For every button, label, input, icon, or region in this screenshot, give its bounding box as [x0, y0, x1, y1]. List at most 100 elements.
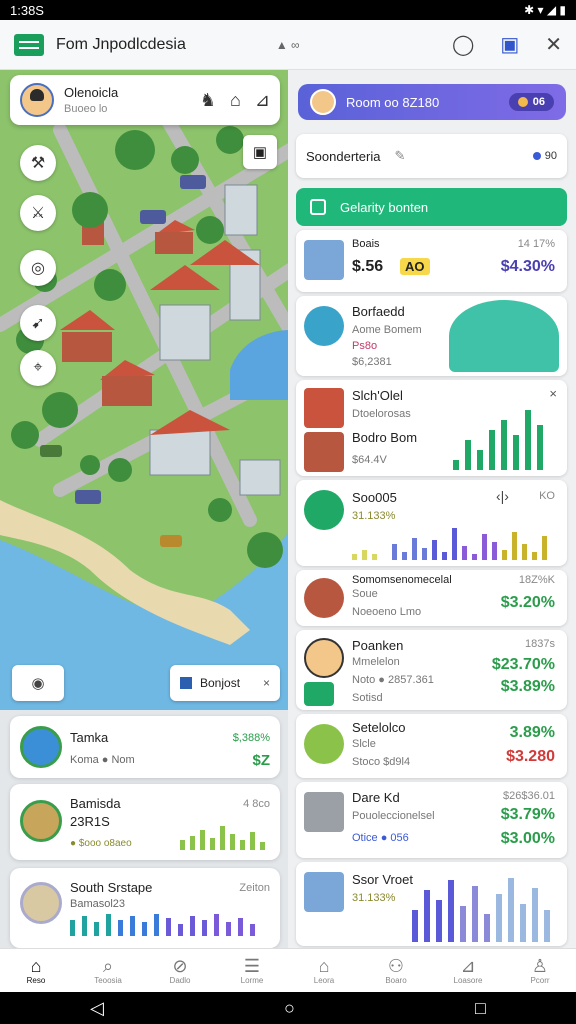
card-title: Boais — [352, 238, 380, 250]
compass-icon[interactable]: ◎ — [20, 250, 56, 286]
building-icon — [304, 872, 344, 912]
layers-icon[interactable]: ▣ — [243, 135, 277, 169]
house-icon — [304, 578, 344, 618]
search-badge-value: 90 — [544, 150, 557, 162]
chip-label: Bonjost — [200, 676, 241, 690]
stat-card[interactable]: Boais $.56 AO 14 17% $4.30% — [296, 230, 567, 292]
card-meta: KO — [539, 490, 555, 502]
city-map[interactable]: Olenoicla Buoeo lo ♞ ⌂ ⊿ ⚒ ⚔ ◎ ➹ ⌖ ▣ — [0, 70, 290, 710]
stat-card[interactable]: Borfaedd Aome Bomem Ps8o $6,2381 — [296, 296, 567, 376]
house-icon: ⌂ — [318, 956, 330, 976]
list-item[interactable]: Bamisda 23R1S ● $ooo o8aeo 4 8co — [10, 784, 280, 860]
nav-places[interactable]: ⌂ Leora — [288, 949, 360, 992]
nav-search[interactable]: ⌕ Teoosia — [72, 949, 144, 992]
nav-label: Reso — [26, 976, 46, 985]
card-sub: Dtoelorosas — [352, 408, 411, 420]
nav-home[interactable]: ⌂ Reso — [0, 949, 72, 992]
stat-card[interactable]: Somomsenomecelal Soue Noeoeno Lmo 18Z%K … — [296, 570, 567, 626]
card-sub: Aome Bomem — [352, 324, 422, 336]
hammer-icon[interactable]: ⚒ — [20, 145, 56, 181]
back-icon[interactable]: ◁ — [90, 998, 104, 1019]
status-icons: ✱ ▾ ◢ ▮ — [524, 3, 566, 17]
location-card[interactable]: Olenoicla Buoeo lo ♞ ⌂ ⊿ — [10, 75, 280, 125]
pencil-icon[interactable]: ✎ — [394, 148, 405, 164]
nav-label: Teoosia — [94, 976, 122, 985]
banner-text: Room oo 8Z180 — [346, 94, 440, 110]
card-value-2: $3.280 — [506, 748, 555, 765]
list-item-title: Bamisda — [70, 796, 121, 811]
filter-chip[interactable]: Bonjost × — [170, 665, 280, 701]
chip-close-icon[interactable]: × — [263, 676, 270, 690]
list-item-title: Tamka — [70, 730, 109, 745]
list-item-meta: 4 8co — [243, 798, 270, 810]
nav-profile[interactable]: ♙ Pcorr — [504, 949, 576, 992]
nav-label: Lorme — [240, 976, 264, 985]
nav-label: Leora — [313, 976, 335, 985]
city-illustration — [449, 300, 559, 372]
app-title: Fom Jnpodlcdesia — [56, 35, 186, 53]
gelarity-button[interactable]: Gelarity bonten — [296, 188, 567, 226]
close-icon[interactable]: ✕ — [545, 32, 562, 57]
banner-pill[interactable]: 06 — [508, 93, 554, 111]
nav-explore[interactable]: ⊘ Dadlo — [144, 949, 216, 992]
lock-icon[interactable]: ⌂ — [230, 90, 241, 111]
stat-card[interactable]: Dare Kd Pouoleccionelsel Otice ● 056 $26… — [296, 782, 567, 858]
nav-label: Loasore — [453, 976, 483, 985]
card-value: 3.89% — [509, 724, 555, 741]
status-bar: 1:38S ✱ ▾ ◢ ▮ — [0, 0, 576, 20]
card-sub2: Noeoeno Lmo — [352, 606, 422, 618]
list-item-sub2: ● $ooo o8aeo — [70, 838, 132, 849]
room-banner[interactable]: Room oo 8Z180 06 — [298, 84, 566, 120]
location-icon[interactable]: ⌖ — [20, 350, 56, 386]
treasure-icon — [20, 800, 62, 842]
stat-card[interactable]: Setelolco Slcle Stoco $d9l4 3.89% $3.280 — [296, 714, 567, 778]
home-circle-icon[interactable]: ○ — [284, 998, 295, 1019]
close-icon[interactable]: × — [549, 386, 557, 401]
house-icon — [304, 388, 344, 428]
card-sub: 31.133% — [352, 510, 396, 522]
home-icon: ⌂ — [30, 956, 42, 976]
chart-icon[interactable]: ⊿ — [255, 90, 270, 111]
stat-card[interactable]: Soo005 31.133% ‹|› KO — [296, 480, 567, 566]
coin-icon — [517, 97, 528, 107]
card-price: $.56 — [352, 258, 384, 275]
card-tag: AO — [400, 258, 430, 275]
banner-pill-value: 06 — [532, 96, 545, 108]
list-item-title: South Srstape — [70, 880, 153, 895]
code-icon[interactable]: ‹|› — [496, 488, 509, 504]
list-item[interactable]: South Srstape Bamasol23 Zeiton — [10, 868, 280, 948]
stat-card[interactable]: Poanken Mmelelon Noto ● 2857.361 Sotisd … — [296, 630, 567, 710]
card-title: Slch'Olel — [352, 388, 403, 403]
nav-list[interactable]: ☰ Lorme — [216, 949, 288, 992]
route-icon[interactable]: ➹ — [20, 305, 56, 341]
card-value-2: $3.00% — [500, 830, 555, 847]
avatar — [20, 83, 54, 117]
nav-stats[interactable]: ⊿ Loasore — [432, 949, 504, 992]
list-item-meta: $,388% — [232, 732, 270, 744]
recents-icon[interactable]: □ — [475, 998, 486, 1019]
list-item[interactable]: Tamka Koma ● Nom $,388% $Z — [10, 716, 280, 778]
chat-icon[interactable]: ◯ — [452, 32, 474, 57]
tower-icon — [304, 724, 344, 764]
search-input[interactable]: Soonderteria ✎ 90 — [296, 134, 567, 178]
plant-icon — [304, 682, 334, 706]
building-icon — [304, 792, 344, 832]
card-sub2: Otice ● 056 — [352, 832, 409, 844]
stat-card[interactable]: Ssor Vroet 31.133% — [296, 862, 567, 946]
eye-icon[interactable]: ◉ — [12, 665, 64, 701]
tools-icon[interactable]: ⚔ — [20, 195, 56, 231]
globe-icon — [20, 882, 62, 924]
mini-bar-chart — [70, 914, 255, 936]
card-sub: Pouoleccionelsel — [352, 810, 435, 822]
tabs-icon[interactable]: ▣ — [500, 32, 519, 57]
elephant-icon[interactable]: ♞ — [200, 90, 216, 111]
list-item-value: $Z — [252, 752, 270, 769]
nav-community[interactable]: ⚇ Boaro — [360, 949, 432, 992]
stat-card[interactable]: Slch'Olel Dtoelorosas Bodro Bom $64.4V × — [296, 380, 567, 476]
compass-icon: ⊘ — [172, 956, 188, 976]
mini-bar-chart — [180, 826, 265, 850]
people-icon: ⚇ — [387, 956, 405, 976]
list-item-sub: Bamasol23 — [70, 898, 126, 910]
right-panel: Room oo 8Z180 06 Soonderteria ✎ 90 Gelar… — [288, 70, 576, 948]
mini-bar-chart — [412, 878, 550, 942]
